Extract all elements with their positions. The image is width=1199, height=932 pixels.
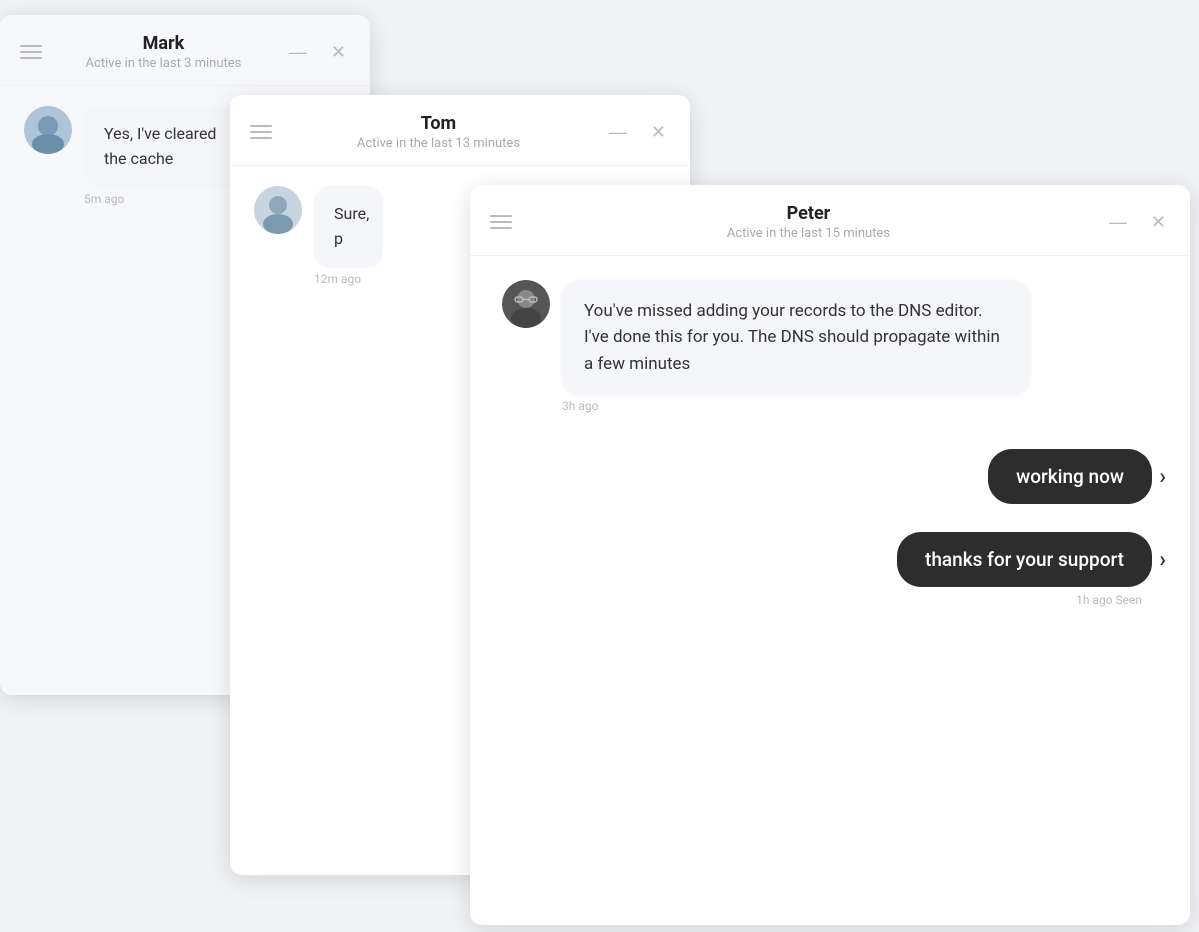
peter-sent-group-2: thanks for your support 1h ago Seen [498, 532, 1162, 607]
peter-msg3-timestamp: 1h ago Seen [498, 593, 1162, 607]
mark-header: Mark Active in the last 3 minutes — ✕ [0, 15, 370, 86]
peter-received-row: You've missed adding your records to the… [498, 280, 1162, 413]
mark-subtitle: Active in the last 3 minutes [42, 56, 285, 71]
peter-sent-bubble-1: working now [988, 449, 1152, 504]
peter-msg3-text: thanks for your support [925, 548, 1124, 571]
peter-sent-bubble-2: thanks for your support [897, 532, 1152, 587]
tom-title: Tom [272, 113, 605, 134]
chat-window-peter[interactable]: Peter Active in the last 15 minutes — ✕ [470, 185, 1190, 925]
peter-msg2-text: working now [1016, 465, 1124, 488]
tom-received-bubble: Sure, p [314, 186, 383, 268]
peter-sent-group-1: working now [498, 449, 1162, 504]
peter-avatar [502, 280, 550, 328]
mark-msg1-text: Yes, I've cleared the cache [104, 124, 216, 168]
tom-close-button[interactable]: ✕ [647, 121, 670, 143]
peter-header: Peter Active in the last 15 minutes — ✕ [470, 185, 1190, 256]
peter-title: Peter [512, 203, 1105, 224]
peter-subtitle: Active in the last 15 minutes [512, 226, 1105, 241]
peter-minimize-button[interactable]: — [1105, 211, 1131, 233]
peter-msg1-text: You've missed adding your records to the… [584, 301, 1000, 374]
peter-sent-row-1: working now [498, 449, 1162, 504]
tom-received-group: Sure, p 12m ago [314, 186, 402, 286]
peter-received-group: You've missed adding your records to the… [562, 280, 1162, 413]
peter-sent-row-2: thanks for your support [498, 532, 1162, 587]
peter-menu-icon[interactable] [490, 215, 512, 229]
mark-minimize-button[interactable]: — [285, 41, 311, 63]
mark-title: Mark [42, 33, 285, 54]
tom-subtitle: Active in the last 13 minutes [272, 136, 605, 151]
mark-avatar [24, 106, 72, 154]
peter-received-bubble: You've missed adding your records to the… [562, 280, 1030, 395]
peter-close-button[interactable]: ✕ [1147, 211, 1170, 233]
tom-msg1-timestamp: 12m ago [314, 272, 402, 286]
peter-chat-body: You've missed adding your records to the… [470, 256, 1190, 925]
tom-menu-icon[interactable] [250, 125, 272, 139]
tom-avatar [254, 186, 302, 234]
tom-header: Tom Active in the last 13 minutes — ✕ [230, 95, 690, 166]
tom-msg1-text: Sure, p [334, 204, 369, 248]
mark-close-button[interactable]: ✕ [327, 41, 350, 63]
tom-minimize-button[interactable]: — [605, 121, 631, 143]
peter-msg1-timestamp: 3h ago [562, 399, 1162, 413]
mark-menu-icon[interactable] [20, 45, 42, 59]
